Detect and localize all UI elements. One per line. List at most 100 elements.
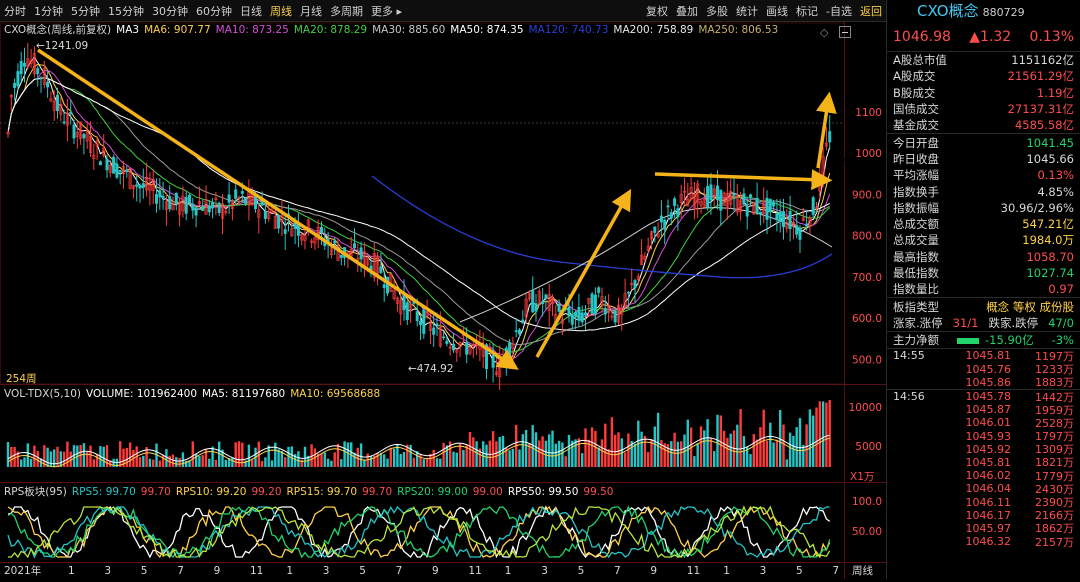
stat-label: 国债成交 bbox=[893, 102, 939, 117]
candle-body bbox=[755, 197, 759, 213]
time-period: 周线 bbox=[852, 564, 873, 577]
candle-body bbox=[112, 156, 116, 174]
candle-body bbox=[62, 121, 66, 124]
volume-bar bbox=[20, 459, 23, 467]
toolbar-action[interactable]: 多股 bbox=[702, 3, 732, 19]
volume-bar bbox=[501, 435, 505, 467]
price-change-pct: 0.13% bbox=[1029, 28, 1074, 45]
toolbar-action[interactable]: 画线 bbox=[762, 3, 792, 19]
price-axis-label: 500.0 bbox=[852, 354, 882, 366]
candle-body bbox=[382, 284, 386, 288]
volume-bar bbox=[772, 442, 775, 467]
volume-bar bbox=[815, 407, 818, 467]
volume-bar bbox=[79, 445, 82, 467]
tick-price: 1046.32 bbox=[965, 535, 1012, 549]
volume-bar bbox=[495, 441, 498, 467]
vol-title: VOL-TDX(5,10) bbox=[4, 388, 82, 400]
candle-body bbox=[82, 134, 86, 139]
period-tab[interactable]: 30分钟 bbox=[148, 3, 192, 19]
period-tab[interactable]: 月线 bbox=[296, 3, 326, 19]
stat-label: 最低指数 bbox=[893, 266, 939, 280]
volume-bar bbox=[6, 442, 10, 467]
volume-bar bbox=[386, 458, 389, 467]
volume-bar bbox=[699, 426, 703, 467]
volume-bar bbox=[521, 434, 524, 467]
volume-bar bbox=[274, 442, 277, 467]
stat-label: 指数换手 bbox=[893, 184, 939, 199]
bars-count: 254周 bbox=[6, 373, 37, 385]
candle-body bbox=[742, 193, 746, 205]
rps5b: 99.70 bbox=[140, 486, 171, 498]
period-tab[interactable]: 周线 bbox=[266, 3, 296, 19]
toolbar-action[interactable]: -自选 bbox=[822, 3, 856, 19]
legend-ma250: MA250: 806.53 bbox=[698, 24, 779, 36]
volume-bar bbox=[455, 452, 458, 467]
period-tab[interactable]: 分时 bbox=[0, 3, 30, 19]
tick-price: 1045.81 bbox=[965, 349, 1012, 363]
period-tabs: 分时 1分钟 5分钟 15分钟 30分钟 60分钟 日线 周线 月线 多周期 更多 ▸ bbox=[0, 0, 406, 22]
volume-bar bbox=[680, 441, 683, 467]
candle-body bbox=[465, 342, 469, 355]
candle-body bbox=[161, 195, 165, 198]
volume-bar bbox=[759, 427, 762, 467]
rps50b: 99.50 bbox=[583, 486, 614, 498]
candle-body bbox=[263, 210, 267, 219]
volume-bar bbox=[303, 446, 307, 467]
toolbar-action[interactable]: 标记 bbox=[792, 3, 822, 19]
candle-body bbox=[435, 323, 439, 327]
candlesticks bbox=[6, 42, 832, 391]
period-tab[interactable]: 60分钟 bbox=[192, 3, 236, 19]
tick-price: 1045.86 bbox=[965, 375, 1012, 389]
candle-body bbox=[768, 198, 772, 213]
volume-bar bbox=[769, 422, 772, 467]
volume-bar bbox=[802, 444, 805, 467]
candle-body bbox=[709, 184, 713, 201]
candle-body bbox=[653, 226, 657, 233]
period-tab[interactable]: 15分钟 bbox=[104, 3, 148, 19]
volume-bar bbox=[452, 451, 455, 467]
sector-type-row: 板指类型 概念 等权 成份股 bbox=[887, 298, 1080, 314]
kline-chart-area[interactable]: 1100 1000 900.0 800.0 700.0 600.0 500.0 ←1241.0… bbox=[0, 22, 886, 579]
volume-bar bbox=[425, 457, 429, 467]
toolbar-action[interactable]: 复权 bbox=[642, 3, 672, 19]
volume-bar bbox=[640, 431, 643, 467]
legend-ma120: MA120: 740.73 bbox=[528, 24, 609, 36]
volume-bar bbox=[399, 453, 402, 467]
candle-body bbox=[570, 314, 574, 325]
stat-label: A股成交 bbox=[893, 69, 936, 84]
candle-body bbox=[715, 185, 719, 201]
current-price-tag: 979 bbox=[830, 156, 850, 168]
period-tab[interactable]: 更多 ▸ bbox=[367, 3, 406, 19]
volume-bar bbox=[782, 424, 785, 467]
volume-bar bbox=[792, 436, 795, 467]
volume-bar bbox=[808, 409, 812, 467]
time-label: 9 bbox=[650, 565, 657, 577]
diamond-icon[interactable]: ◇ bbox=[820, 26, 828, 39]
time-label: 3 bbox=[541, 565, 548, 577]
toolbar-action[interactable]: 返回 bbox=[856, 3, 886, 19]
volume-bar bbox=[224, 459, 227, 467]
volume-bar bbox=[607, 449, 610, 467]
legend-tools: ◇ bbox=[820, 26, 854, 39]
period-tab[interactable]: 多周期 bbox=[326, 3, 367, 19]
candle-body bbox=[798, 227, 802, 240]
index-stats: 今日开盘 1041.45 昨日收盘 1045.66 平均涨幅 0.13% 指数换手 4.85%… bbox=[887, 134, 1080, 297]
period-tab[interactable]: 5分钟 bbox=[67, 3, 104, 19]
toolbar-action[interactable]: 叠加 bbox=[672, 3, 702, 19]
volume-bar bbox=[320, 453, 323, 467]
period-tab[interactable]: 日线 bbox=[236, 3, 266, 19]
rps5: RPS5: 99.70 bbox=[71, 486, 136, 498]
last-price: 1046.98 bbox=[893, 28, 951, 45]
collapse-icon[interactable] bbox=[839, 26, 852, 38]
candle-body bbox=[669, 212, 673, 219]
candle-body bbox=[758, 211, 762, 215]
tick-price: 1046.01 bbox=[965, 416, 1012, 430]
volume-bar bbox=[330, 460, 333, 467]
vol-axis-label: 10000 bbox=[849, 402, 882, 414]
toolbar-action[interactable]: 统计 bbox=[732, 3, 762, 19]
period-tab[interactable]: 1分钟 bbox=[30, 3, 67, 19]
volume-bar bbox=[623, 452, 627, 467]
volume-bar bbox=[36, 451, 39, 467]
limit-up-value: 31/1 bbox=[952, 315, 979, 330]
sector-type-value[interactable]: 概念 等权 成份股 bbox=[986, 299, 1074, 315]
